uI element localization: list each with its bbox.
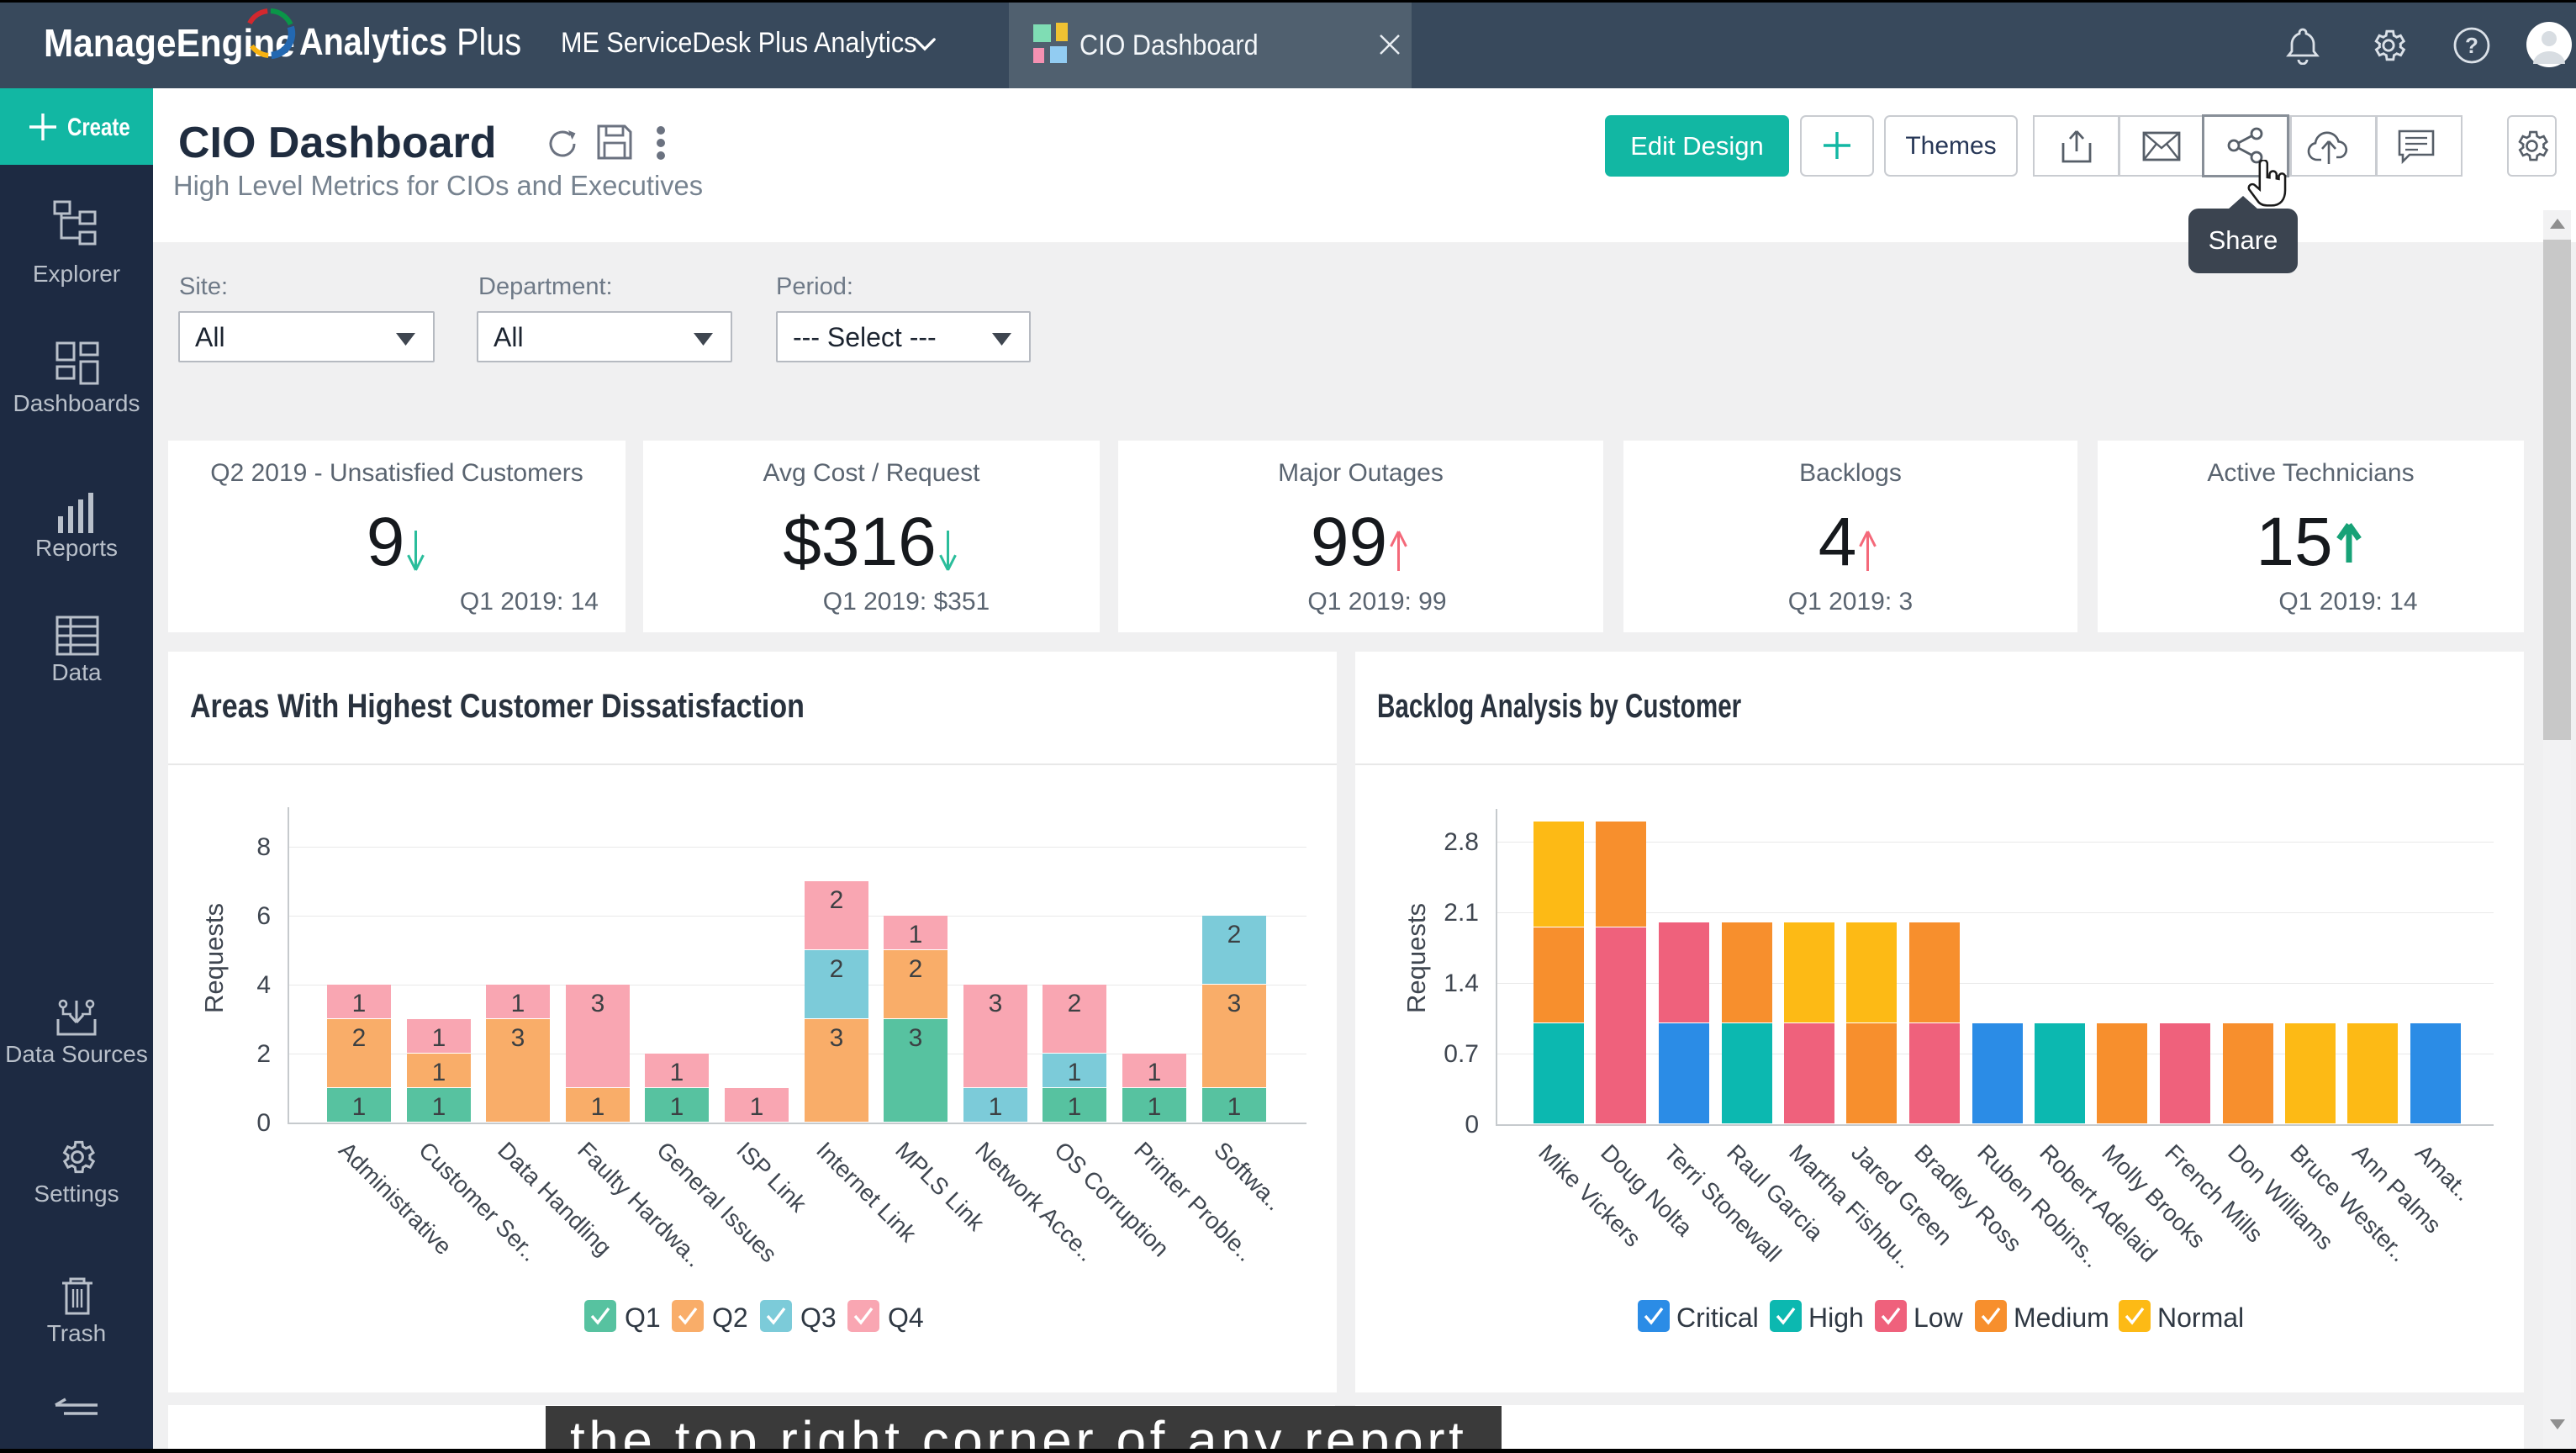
svg-text:?: ?	[2465, 33, 2478, 58]
